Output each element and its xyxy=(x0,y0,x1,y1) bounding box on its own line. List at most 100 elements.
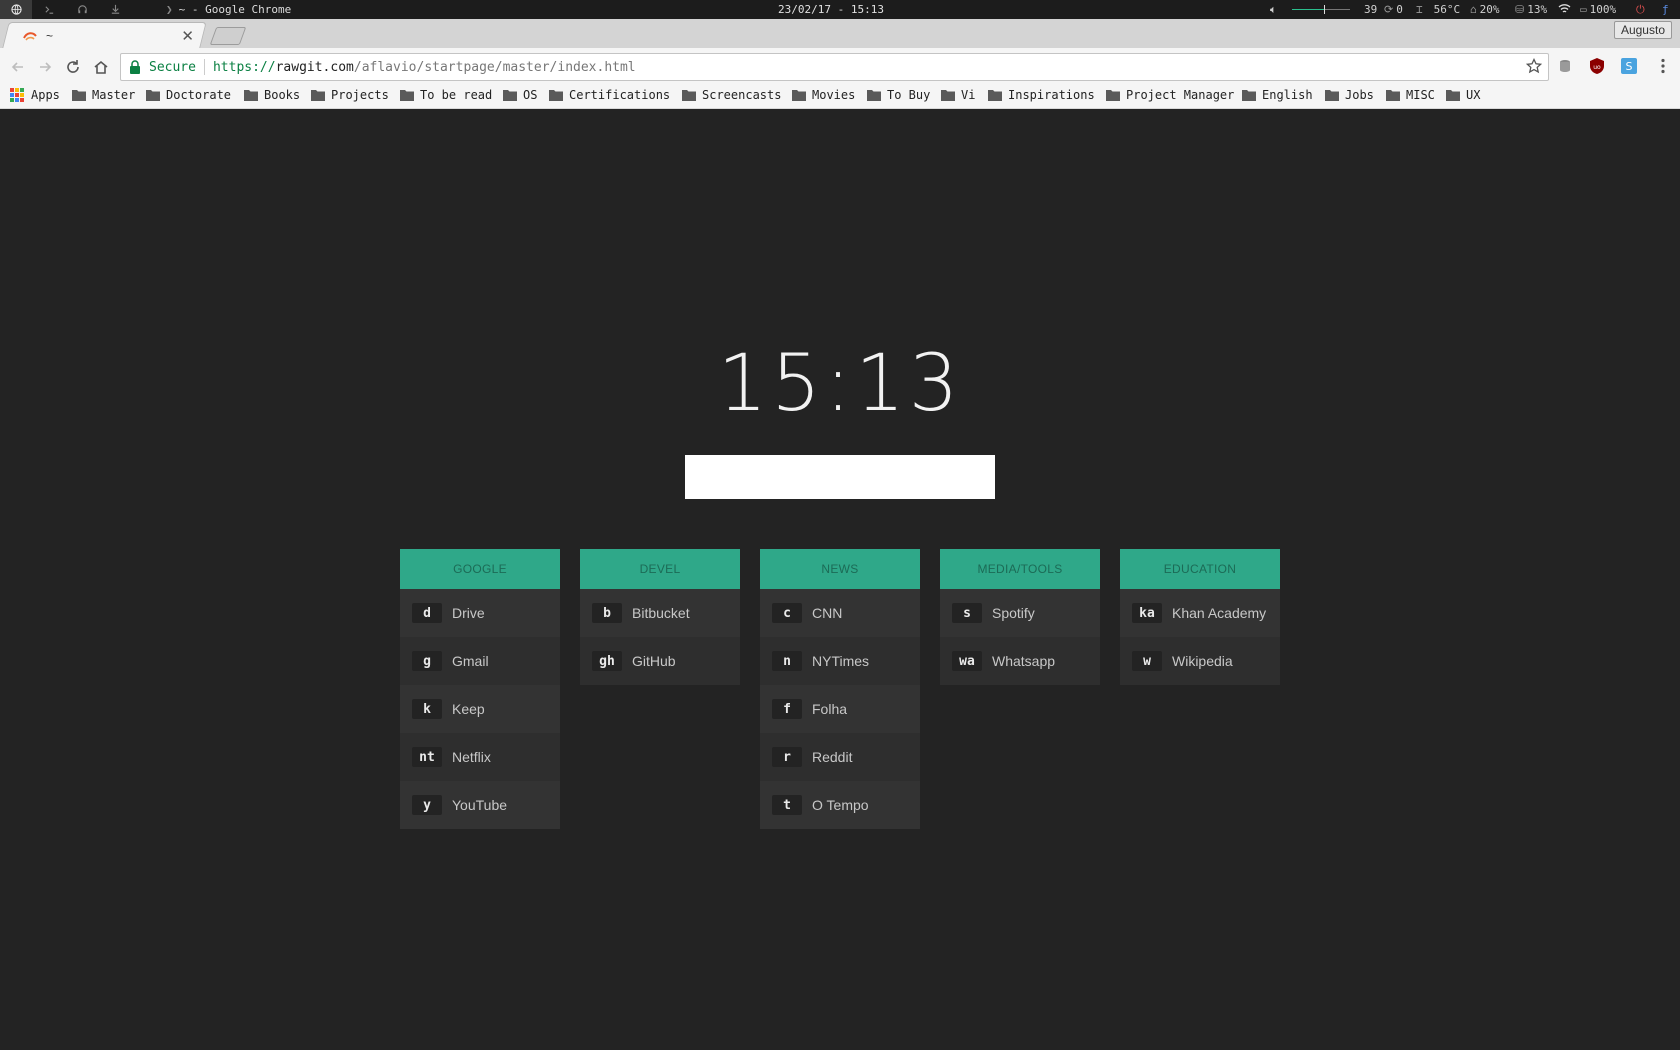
disk-icon: ⛁ xyxy=(1515,3,1525,16)
omnibox-separator xyxy=(203,59,205,75)
shortcut-key: f xyxy=(772,699,802,719)
url-scheme: https:// xyxy=(212,59,276,75)
profile-button[interactable]: Augusto xyxy=(1613,21,1672,39)
bookmark-folder-misc[interactable]: MISC xyxy=(1386,88,1435,102)
globe-icon[interactable] xyxy=(0,0,32,19)
link-youtube[interactable]: y YouTube xyxy=(400,781,560,829)
category-media-tools: MEDIA/TOOLS s Spotify wa Whatsapp xyxy=(940,549,1100,685)
shortcut-key: c xyxy=(772,603,802,623)
link-netflix[interactable]: nt Netflix xyxy=(400,733,560,781)
tab-close-icon[interactable]: ✕ xyxy=(181,27,194,45)
link-github[interactable]: gh GitHub xyxy=(580,637,740,685)
volume-knob[interactable] xyxy=(1324,5,1326,14)
bookmark-label: Vi xyxy=(961,88,976,102)
thermometer-icon: ⌶ xyxy=(1416,3,1423,16)
fedora-icon[interactable]: ƒ xyxy=(1662,3,1669,16)
link-gmail[interactable]: g Gmail xyxy=(400,637,560,685)
link-o-tempo[interactable]: t O Tempo xyxy=(760,781,920,829)
link-label: GitHub xyxy=(632,653,676,669)
bookmark-folder-english[interactable]: English xyxy=(1242,88,1313,102)
bookmark-label: Doctorate xyxy=(166,88,232,102)
link-whatsapp[interactable]: wa Whatsapp xyxy=(940,637,1100,685)
category-header: GOOGLE xyxy=(400,549,560,589)
folder-icon xyxy=(311,90,325,101)
folder-icon xyxy=(1242,90,1256,101)
download-icon[interactable] xyxy=(99,0,131,19)
link-khan-academy[interactable]: ka Khan Academy xyxy=(1120,589,1280,637)
bookmark-folder-os[interactable]: OS xyxy=(503,88,537,102)
extension-database-icon[interactable] xyxy=(1556,57,1574,75)
terminal-icon[interactable] xyxy=(33,0,65,19)
reload-button[interactable] xyxy=(63,57,83,77)
arrow-right-icon xyxy=(40,62,52,72)
folder-icon xyxy=(867,90,881,101)
link-keep[interactable]: k Keep xyxy=(400,685,560,733)
extension-s-icon[interactable]: S xyxy=(1620,57,1638,75)
shortcut-key: s xyxy=(952,603,982,623)
link-nytimes[interactable]: n NYTimes xyxy=(760,637,920,685)
link-label: Gmail xyxy=(452,653,489,669)
menu-icon[interactable] xyxy=(1654,57,1672,75)
speaker-icon[interactable]: 🔈︎ xyxy=(1270,3,1277,17)
bookmark-label: English xyxy=(1262,88,1313,102)
bookmark-folder-master[interactable]: Master xyxy=(72,88,135,102)
link-list: d Drive g Gmail k Keep nt Netflix y YouTube xyxy=(400,589,560,829)
bookmark-label: Project Manager xyxy=(1126,88,1235,102)
link-drive[interactable]: d Drive xyxy=(400,589,560,637)
bookmark-folder-books[interactable]: Books xyxy=(244,88,300,102)
system-top-bar: ❯ ~ - Google Chrome 23/02/17 - 15:13 🔈︎ 3… xyxy=(0,0,1680,19)
shortcut-key: t xyxy=(772,795,802,815)
tab-strip: ~ ✕ Augusto xyxy=(0,19,1680,49)
power-icon[interactable]: ⏻ xyxy=(1636,3,1645,17)
bookmark-folder-project-manager[interactable]: Project Manager xyxy=(1106,88,1234,102)
search-input[interactable] xyxy=(685,455,995,499)
back-button[interactable] xyxy=(8,57,28,77)
address-bar[interactable]: Secure https://rawgit.com/aflavio/startp… xyxy=(120,53,1549,81)
bookmark-folder-certifications[interactable]: Certifications xyxy=(549,88,670,102)
bookmark-folder-doctorate[interactable]: Doctorate xyxy=(146,88,231,102)
bookmark-folder-movies[interactable]: Movies xyxy=(792,88,855,102)
forward-button[interactable] xyxy=(35,57,55,77)
bookmark-folder-to-be-read[interactable]: To be read xyxy=(400,88,492,102)
link-reddit[interactable]: r Reddit xyxy=(760,733,920,781)
volume-slider[interactable] xyxy=(1292,5,1350,14)
bookmark-folder-jobs[interactable]: Jobs xyxy=(1325,88,1374,102)
bookmark-folder-vi[interactable]: Vi xyxy=(941,88,975,102)
folder-icon xyxy=(400,90,414,101)
category-education: EDUCATION ka Khan Academy w Wikipedia xyxy=(1120,549,1280,685)
bookmark-apps[interactable]: Apps xyxy=(10,88,60,102)
bookmark-folder-ux[interactable]: UX xyxy=(1446,88,1480,102)
link-list: b Bitbucket gh GitHub xyxy=(580,589,740,685)
tab-active[interactable]: ~ ✕ xyxy=(22,25,198,47)
bookmark-folder-projects[interactable]: Projects xyxy=(311,88,389,102)
star-icon[interactable] xyxy=(1526,58,1542,74)
home-button[interactable] xyxy=(91,57,111,77)
link-label: Netflix xyxy=(452,749,491,765)
bookmark-folder-screencasts[interactable]: Screencasts xyxy=(682,88,781,102)
secure-label: Secure xyxy=(149,59,196,75)
new-tab-button[interactable] xyxy=(209,27,247,45)
reload-icon xyxy=(67,60,79,73)
ublock-icon[interactable]: uo xyxy=(1588,57,1606,75)
bookmark-label: Books xyxy=(264,88,301,102)
bookmark-label: Jobs xyxy=(1345,88,1374,102)
folder-icon xyxy=(941,90,955,101)
headphones-icon[interactable] xyxy=(66,0,98,19)
shortcut-key: ka xyxy=(1132,603,1162,623)
link-folha[interactable]: f Folha xyxy=(760,685,920,733)
bookmark-label: To be read xyxy=(420,88,493,102)
bookmark-folder-to-buy[interactable]: To Buy xyxy=(867,88,930,102)
category-header: NEWS xyxy=(760,549,920,589)
bookmark-label: Inspirations xyxy=(1008,88,1095,102)
folder-icon xyxy=(244,90,258,101)
url-path: /aflavio/startpage/master/index.html xyxy=(353,59,636,75)
link-bitbucket[interactable]: b Bitbucket xyxy=(580,589,740,637)
link-cnn[interactable]: c CNN xyxy=(760,589,920,637)
bookmark-folder-inspirations[interactable]: Inspirations xyxy=(988,88,1095,102)
link-spotify[interactable]: s Spotify xyxy=(940,589,1100,637)
link-wikipedia[interactable]: w Wikipedia xyxy=(1120,637,1280,685)
battery-icon: ▭ xyxy=(1580,3,1587,16)
temperature-status: ⌶ 56°C xyxy=(1416,3,1461,16)
wifi-icon[interactable] xyxy=(1558,3,1571,17)
link-label: Spotify xyxy=(992,605,1035,621)
